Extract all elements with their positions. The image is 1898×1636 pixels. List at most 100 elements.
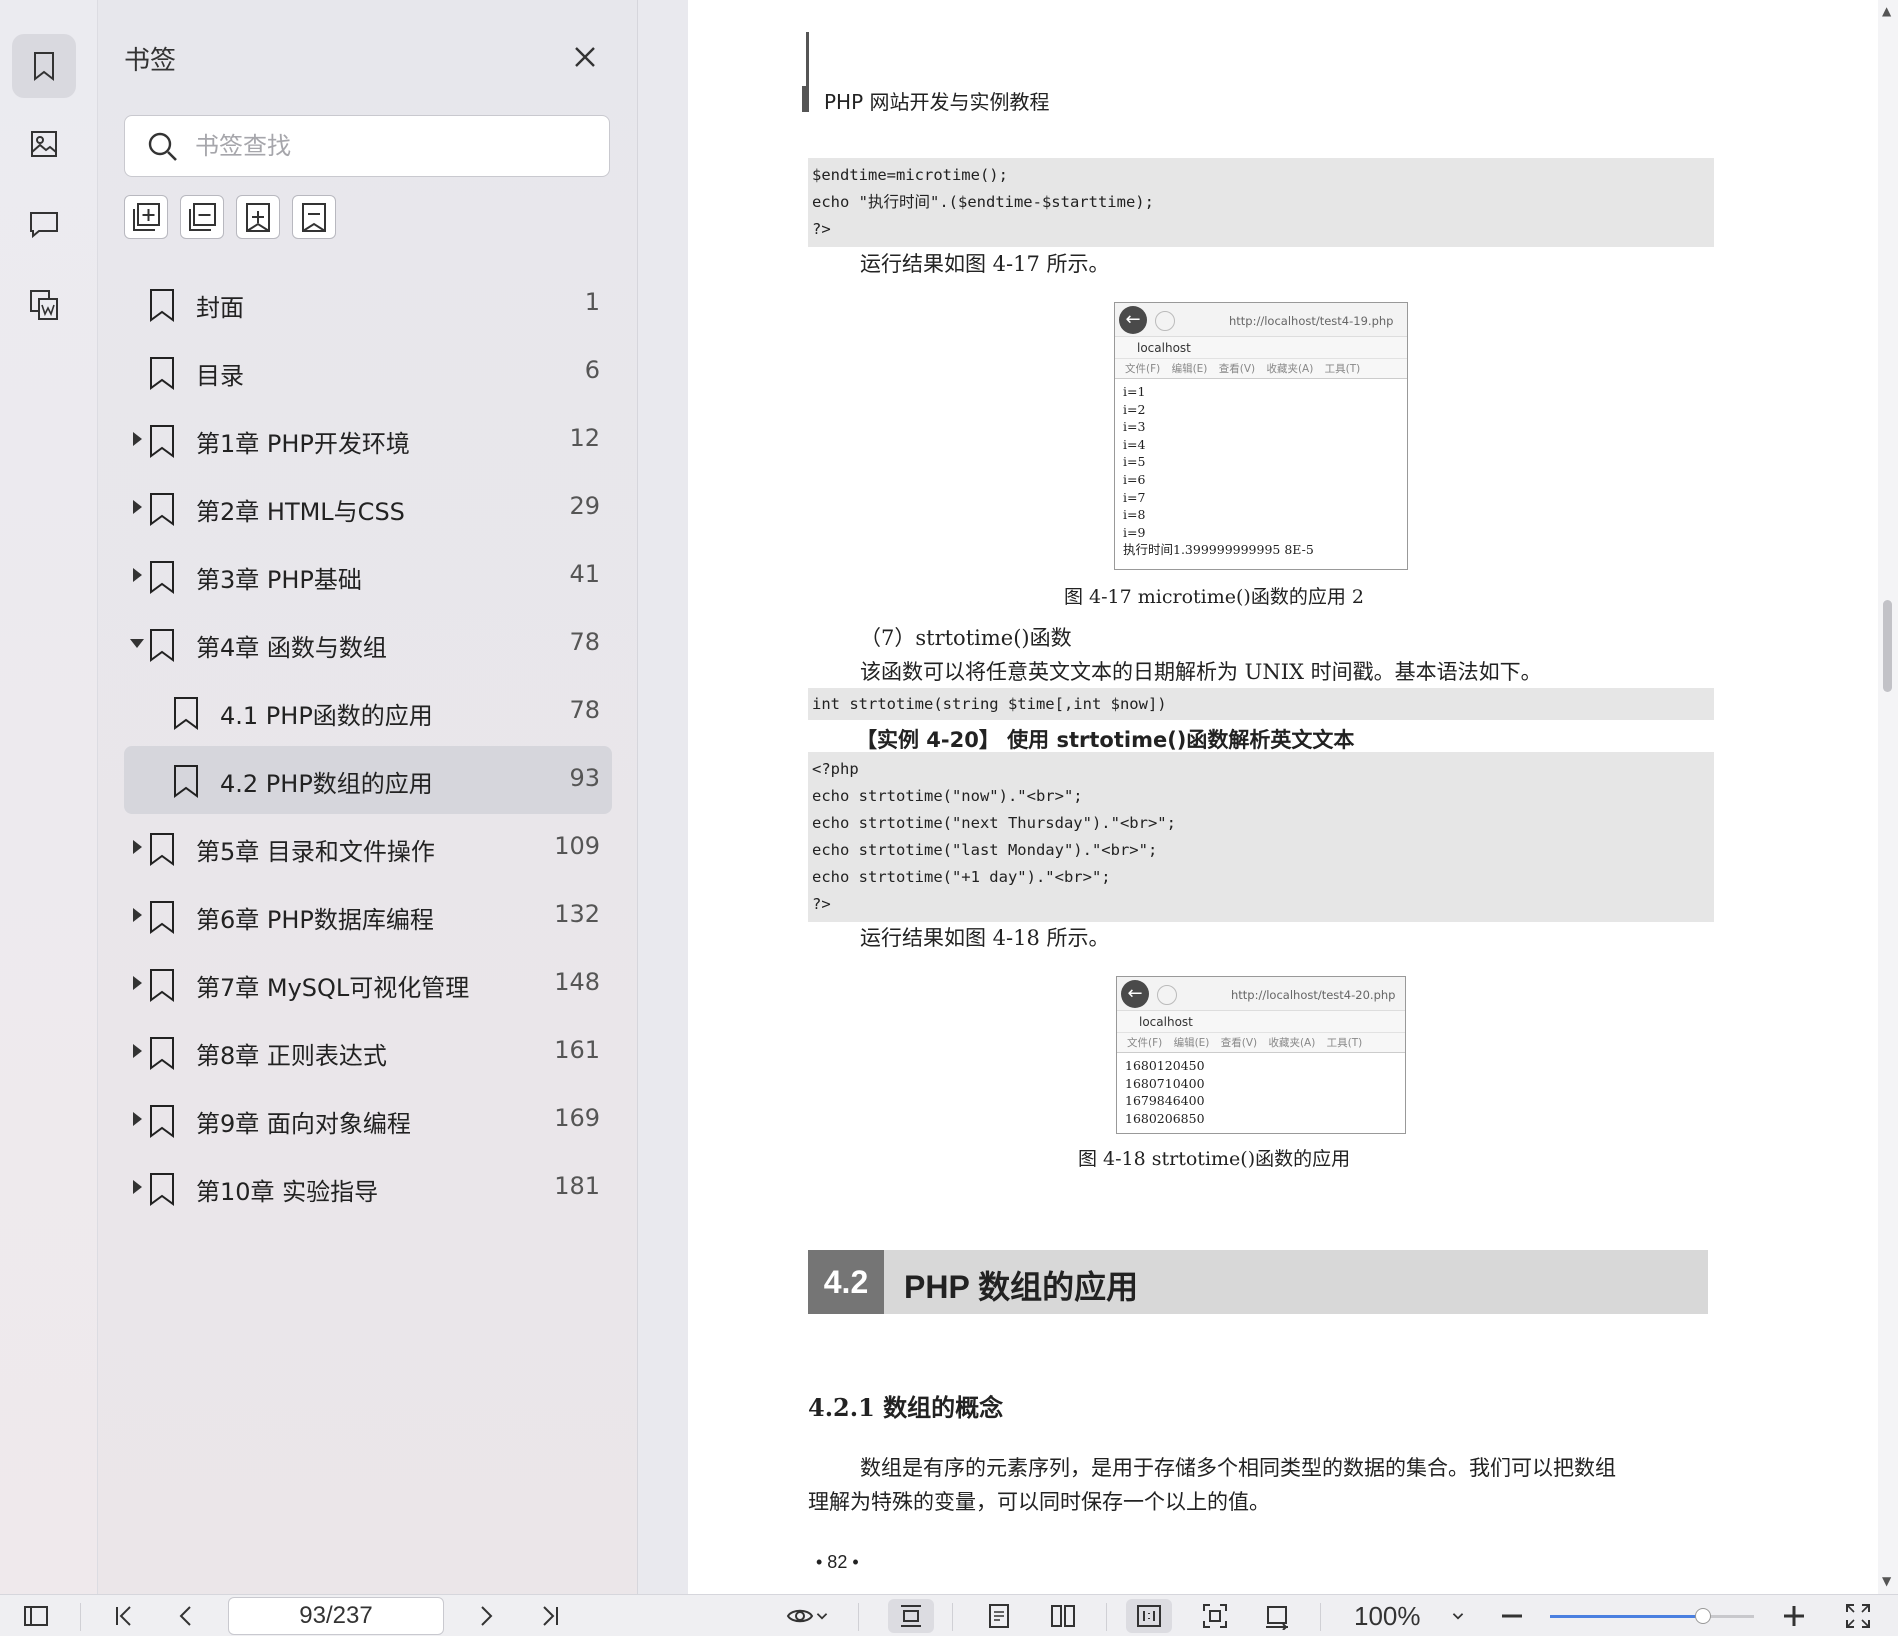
toggle-sidebar-button[interactable] [18,1599,54,1633]
running-header: PHP 网站开发与实例教程 [824,90,1050,114]
comment-panel-button[interactable] [12,192,76,256]
add-bookmark-button[interactable] [236,195,280,239]
prev-page-button[interactable] [168,1599,204,1633]
bookmark-label: 第1章 PHP开发环境 [196,430,410,458]
scrollbar-thumb[interactable] [1883,600,1892,692]
document-viewport[interactable]: PHP 网站开发与实例教程 $endtime=microtime(); echo… [638,0,1878,1594]
caret-right-icon[interactable] [128,1110,146,1128]
zoom-in-button[interactable] [1776,1599,1812,1633]
bookmark-item[interactable]: 目录 6 [124,338,612,406]
bookmark-icon [150,1173,174,1206]
caret-right-icon[interactable] [128,430,146,448]
continuous-scroll-icon [901,1605,921,1627]
browser-url: http://localhost/test4-19.php [1229,314,1394,328]
zoom-slider[interactable] [1550,1608,1754,1624]
expand-all-icon [133,203,160,231]
close-icon[interactable] [570,42,600,72]
browser-tab: localhost [1117,1011,1405,1033]
zoom-out-button[interactable] [1494,1599,1530,1633]
bookmark-item[interactable]: 第1章 PHP开发环境 12 [124,406,612,474]
sidebar-rail [0,0,98,1594]
code-block-2: <?php echo strtotime("now")."<br>"; echo… [808,752,1714,922]
expand-all-button[interactable] [124,195,168,239]
page-number-input[interactable] [228,1597,444,1635]
thumbnail-panel-button[interactable] [12,112,76,176]
bookmark-item[interactable]: 第5章 目录和文件操作 109 [124,814,612,882]
bookmark-icon [150,425,174,458]
browser-forward-icon [1157,985,1177,1005]
bookmark-label: 第5章 目录和文件操作 [196,838,435,866]
next-page-button[interactable] [468,1599,504,1633]
page-number-footer: • 82 • [816,1552,859,1572]
bookmark-panel-button[interactable] [12,34,76,98]
bookmark-item[interactable]: 第4章 函数与数组 78 [124,610,612,678]
caret-right-icon[interactable] [128,1178,146,1196]
bookmark-page-number: 78 [569,628,600,656]
first-page-icon [116,1606,131,1626]
bookmark-label: 目录 [196,362,244,390]
bookmark-icon [150,357,174,390]
attachment-icon [30,290,58,320]
zoom-dropdown-button[interactable] [1444,1599,1472,1633]
continuous-scroll-button[interactable] [888,1599,934,1633]
browser-menu: 文件(F) 编辑(E) 查看(V) 收藏夹(A) 工具(T) [1117,1033,1405,1053]
bookmark-item[interactable]: 第8章 正则表达式 161 [124,1018,612,1086]
bookmark-label: 封面 [196,294,244,322]
browser-menu: 文件(F) 编辑(E) 查看(V) 收藏夹(A) 工具(T) [1115,359,1407,379]
bookmark-item[interactable]: 第7章 MySQL可视化管理 148 [124,950,612,1018]
single-page-icon [989,1604,1009,1628]
bookmark-item[interactable]: 第9章 面向对象编程 169 [124,1086,612,1154]
first-page-button[interactable] [106,1599,142,1633]
single-page-button[interactable] [978,1599,1020,1633]
collapse-all-button[interactable] [180,195,224,239]
scroll-down-icon[interactable]: ▼ [1882,1574,1891,1588]
bookmark-icon [150,289,174,322]
bookmark-item[interactable]: 第2章 HTML与CSS 29 [124,474,612,542]
search-icon [148,132,177,161]
figure-caption-2: 图 4-18 strtotime()函数的应用 [1078,1148,1351,1170]
bookmark-icon [150,561,174,594]
bookmark-item[interactable]: 4.2 PHP数组的应用 93 [124,746,612,814]
attachment-panel-button[interactable] [12,272,76,336]
two-page-button[interactable] [1042,1599,1084,1633]
browser-output: 1680120450 1680710400 1679846400 1680206… [1125,1058,1205,1126]
bookmark-page-number: 169 [554,1104,600,1132]
bookmark-icon [150,1105,174,1138]
bookmark-label: 4.1 PHP函数的应用 [220,702,433,730]
bookmark-item[interactable]: 第6章 PHP数据库编程 132 [124,882,612,950]
chevron-left-icon [179,1606,191,1626]
bookmark-item[interactable]: 4.1 PHP函数的应用 78 [124,678,612,746]
actual-size-button[interactable] [1126,1599,1172,1633]
image-icon [31,131,57,157]
section-number: 4.2 [808,1250,884,1314]
view-mode-dropdown[interactable] [780,1599,836,1633]
sidebar-toggle-icon [24,1606,48,1626]
caret-right-icon[interactable] [128,1042,146,1060]
bookmark-item[interactable]: 第10章 实验指导 181 [124,1154,612,1222]
bookmark-label: 第6章 PHP数据库编程 [196,906,434,934]
remove-bookmark-button[interactable] [292,195,336,239]
bookmark-page-number: 78 [569,696,600,724]
result-text-2: 运行结果如图 4-18 所示。 [860,926,1110,950]
fullscreen-button[interactable] [1840,1599,1876,1633]
document-page: PHP 网站开发与实例教程 $endtime=microtime(); echo… [688,0,1878,1594]
bookmark-search-input[interactable] [195,128,595,164]
vertical-scrollbar[interactable]: ▲ ▼ [1878,0,1898,1594]
caret-right-icon[interactable] [128,566,146,584]
bookmark-item[interactable]: 第3章 PHP基础 41 [124,542,612,610]
last-page-button[interactable] [532,1599,568,1633]
bookmark-item[interactable]: 封面 1 [124,270,612,338]
bookmark-label: 4.2 PHP数组的应用 [220,770,433,798]
zoom-slider-handle[interactable] [1695,1608,1711,1624]
caret-down-icon[interactable] [128,634,146,652]
bookmark-search[interactable] [124,115,610,177]
fit-page-button[interactable] [1194,1599,1236,1633]
scroll-up-icon[interactable]: ▲ [1882,4,1891,18]
caret-right-icon[interactable] [128,974,146,992]
bookmark-page-number: 29 [569,492,600,520]
rotate-button[interactable] [1256,1599,1298,1633]
caret-right-icon[interactable] [128,906,146,924]
caret-right-icon[interactable] [128,838,146,856]
caret-right-icon[interactable] [128,498,146,516]
zoom-level[interactable]: 100% [1354,1601,1421,1632]
